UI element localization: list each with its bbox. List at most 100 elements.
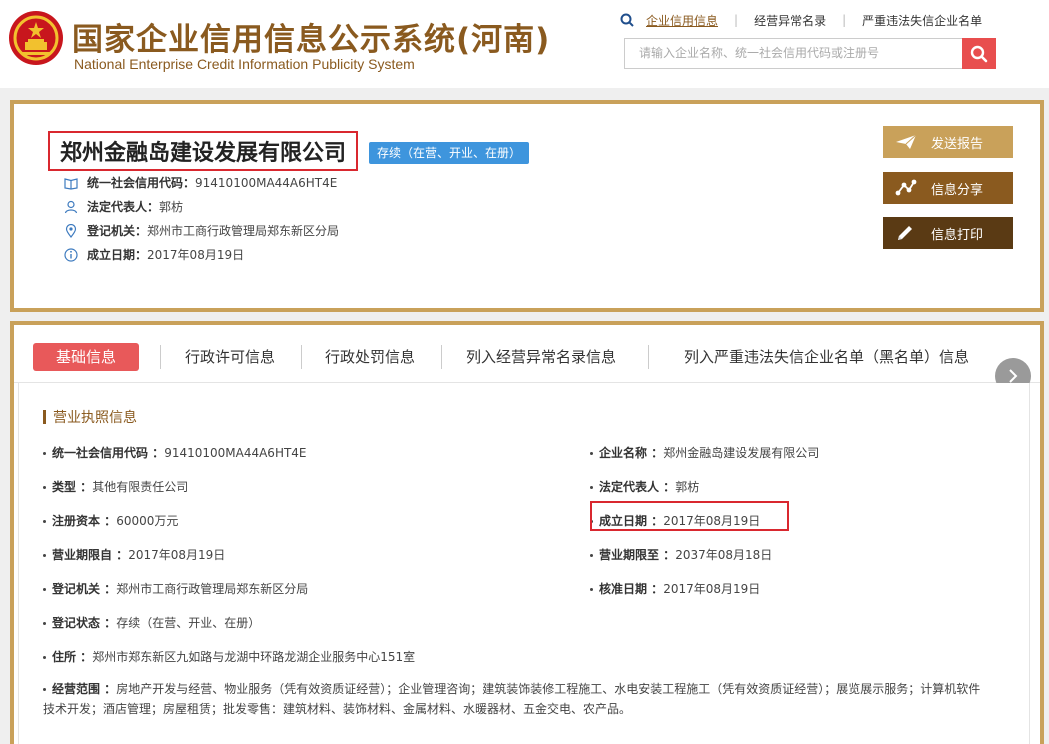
tab-abnormal-list[interactable]: 列入经营异常名录信息: [452, 343, 630, 371]
info-label: 登记机关：: [87, 224, 148, 238]
print-info-label: 信息打印: [931, 227, 984, 243]
business-license-content: 营业执照信息 统一社会信用代码 ：91410100MA44A6HT4E 企业名称…: [18, 383, 1030, 744]
info-label: 统一社会信用代码：: [87, 176, 196, 190]
chevron-right-icon: [1009, 369, 1018, 383]
nav-separator: |: [734, 13, 739, 27]
field-registered-capital: 注册资本 ：60000万元: [43, 512, 178, 529]
info-value: 91410100MA44A6HT4E: [195, 175, 338, 190]
top-nav: 企业信用信息 | 经营异常名录 | 严重违法失信企业名单: [620, 11, 982, 29]
field-value: 2017年08月19日: [128, 548, 226, 562]
info-value: 2017年08月19日: [147, 248, 245, 262]
bullet: [43, 588, 46, 591]
tab-separator: [301, 345, 302, 369]
detail-panel: 基础信息 行政许可信息 行政处罚信息 列入经营异常名录信息 列入严重违法失信企业…: [10, 321, 1044, 744]
field-term-to: 营业期限至 ：2037年08月18日: [590, 546, 772, 563]
info-label: 成立日期：: [87, 248, 148, 262]
field-value: 2037年08月18日: [675, 548, 773, 562]
tab-separator: [441, 345, 442, 369]
info-label: 法定代表人：: [87, 200, 160, 214]
tab-blacklist[interactable]: 列入严重违法失信企业名单（黑名单）信息: [664, 343, 989, 371]
company-summary-panel: 郑州金融岛建设发展有限公司 存续（在营、开业、在册） 统一社会信用代码： 914…: [10, 100, 1044, 312]
field-key: 营业期限至 ：: [599, 548, 676, 562]
field-type: 类型 ：其他有限责任公司: [43, 478, 188, 495]
tab-basic-info[interactable]: 基础信息: [33, 343, 139, 371]
field-value: 91410100MA44A6HT4E: [164, 446, 307, 460]
field-registration-status: 登记状态 ：存续（在营、开业、在册）: [43, 614, 260, 631]
field-legal-rep: 法定代表人 ：郭枋: [590, 478, 699, 495]
search-button[interactable]: [962, 38, 996, 69]
tab-separator: [648, 345, 649, 369]
info-authority: 登记机关： 郑州市工商行政管理局郑东新区分局: [64, 222, 339, 239]
founded-date-highlight: [590, 501, 789, 531]
nav-link-credit-info[interactable]: 企业信用信息: [646, 12, 718, 29]
share-info-button[interactable]: 信息分享: [883, 172, 1013, 204]
bullet: [43, 688, 46, 691]
search-input[interactable]: 请输入企业名称、统一社会信用代码或注册号: [624, 38, 964, 69]
tab-bar: 基础信息 行政许可信息 行政处罚信息 列入经营异常名录信息 列入严重违法失信企业…: [14, 325, 1040, 383]
site-header: 国家企业信用信息公示系统(河南) National Enterprise Cre…: [0, 0, 1049, 88]
info-value: 郭枋: [159, 200, 184, 214]
national-emblem-icon: [9, 11, 63, 65]
field-company-name: 企业名称 ：郑州金融岛建设发展有限公司: [590, 444, 819, 461]
field-value: 存续（在营、开业、在册）: [116, 616, 261, 630]
field-key: 法定代表人 ：: [599, 480, 676, 494]
bullet: [43, 554, 46, 557]
bullet: [590, 588, 593, 591]
tab-admin-penalty[interactable]: 行政处罚信息: [312, 343, 428, 371]
field-value: 郑州市工商行政管理局郑东新区分局: [116, 582, 309, 596]
site-subtitle: National Enterprise Credit Information P…: [74, 56, 415, 72]
search-icon: [620, 13, 634, 27]
bullet: [43, 520, 46, 523]
field-address: 住所 ：郑州市郑东新区九如路与龙湖中环路龙湖企业服务中心151室: [43, 648, 415, 665]
info-credit-code: 统一社会信用代码： 91410100MA44A6HT4E: [64, 174, 337, 191]
field-key: 经营范围 ：: [52, 682, 117, 696]
print-info-button[interactable]: 信息打印: [883, 217, 1013, 249]
field-key: 核准日期 ：: [599, 582, 664, 596]
section-title: 营业执照信息: [43, 407, 137, 427]
info-founded: 成立日期： 2017年08月19日: [64, 246, 244, 263]
search-icon: [970, 45, 988, 62]
nav-link-abnormal-list[interactable]: 经营异常名录: [754, 12, 826, 29]
field-key: 注册资本 ：: [52, 514, 117, 528]
field-key: 统一社会信用代码 ：: [52, 446, 165, 460]
bullet: [590, 554, 593, 557]
info-value: 郑州市工商行政管理局郑东新区分局: [147, 224, 340, 238]
pencil-icon: [898, 226, 912, 240]
info-legal-rep: 法定代表人： 郭枋: [64, 198, 183, 215]
send-report-button[interactable]: 发送报告: [883, 126, 1013, 158]
bullet: [43, 452, 46, 455]
field-value: 60000万元: [116, 514, 179, 528]
send-report-label: 发送报告: [931, 136, 984, 152]
field-business-scope: 经营范围 ：房地产开发与经营、物业服务（凭有效资质证经营）；企业管理咨询；建筑装…: [43, 679, 983, 719]
company-name: 郑州金融岛建设发展有限公司: [60, 141, 347, 166]
field-value: 其他有限责任公司: [92, 480, 189, 494]
tab-admin-license[interactable]: 行政许可信息: [172, 343, 288, 371]
info-circle-icon: [64, 247, 78, 262]
status-badge: 存续（在营、开业、在册）: [369, 142, 530, 164]
field-key: 登记机关 ：: [52, 582, 117, 596]
bullet: [43, 622, 46, 625]
field-key: 营业期限自 ：: [52, 548, 129, 562]
nav-link-blacklist[interactable]: 严重违法失信企业名单: [862, 12, 982, 29]
field-key: 登记状态 ：: [52, 616, 117, 630]
bullet: [43, 656, 46, 659]
bullet: [43, 486, 46, 489]
field-value: 房地产开发与经营、物业服务（凭有效资质证经营）；企业管理咨询；建筑装饰装修工程施…: [43, 682, 981, 716]
book-icon: [64, 177, 78, 190]
field-key: 住所 ：: [52, 650, 93, 664]
field-value: 郭枋: [675, 480, 700, 494]
bullet: [590, 452, 593, 455]
field-credit-code: 统一社会信用代码 ：91410100MA44A6HT4E: [43, 444, 307, 461]
field-value: 郑州金融岛建设发展有限公司: [663, 446, 820, 460]
bullet: [590, 486, 593, 489]
share-info-label: 信息分享: [931, 182, 984, 198]
field-key: 企业名称 ：: [599, 446, 664, 460]
paper-plane-icon: [896, 134, 917, 149]
nav-separator: |: [842, 13, 847, 27]
company-name-highlight: 郑州金融岛建设发展有限公司: [48, 131, 359, 171]
field-key: 类型 ：: [52, 480, 93, 494]
location-pin-icon: [65, 223, 77, 238]
section-title-bar: [43, 410, 46, 424]
site-title: 国家企业信用信息公示系统(河南): [72, 22, 551, 58]
field-term-from: 营业期限自 ：2017年08月19日: [43, 546, 225, 563]
